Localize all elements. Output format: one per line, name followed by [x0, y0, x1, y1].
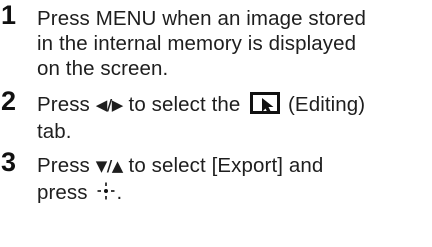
text-fragment: Press	[37, 93, 96, 116]
step-text: Press ◀/▶ to select the (Editing) tab.	[37, 92, 429, 144]
step-line: Press ◀/▶ to select the (Editing)	[37, 92, 429, 119]
step-text: Press MENU when an image stored in the i…	[37, 6, 429, 81]
text-fragment: Press	[37, 154, 96, 177]
text-fragment: to select [Export] and	[122, 154, 324, 177]
step-text: Press ▼/▲ to select [Export] and press .	[37, 153, 429, 205]
step-number: 1	[1, 0, 17, 30]
text-fragment: to select the	[122, 93, 247, 116]
control-button-center-icon	[97, 182, 115, 200]
step-line: Press ▼/▲ to select [Export] and	[37, 153, 429, 180]
text-fragment: .	[116, 181, 123, 204]
step-line: Press MENU when an image stored	[37, 7, 366, 30]
step-line: press .	[37, 180, 429, 205]
instruction-steps: 1 Press MENU when an image stored in the…	[0, 0, 432, 247]
step-line: tab.	[37, 120, 72, 143]
step-number: 2	[1, 86, 17, 116]
step-line: in the internal memory is displayed	[37, 32, 357, 55]
step-line: on the screen.	[37, 57, 169, 80]
down-up-arrows-icon: ▼/▲	[95, 157, 124, 175]
text-fragment: (Editing)	[282, 93, 366, 116]
editing-tab-icon	[250, 92, 281, 114]
text-fragment: press	[37, 181, 94, 204]
left-right-arrows-icon: ◀/▶	[95, 96, 124, 114]
step-number: 3	[1, 147, 17, 177]
